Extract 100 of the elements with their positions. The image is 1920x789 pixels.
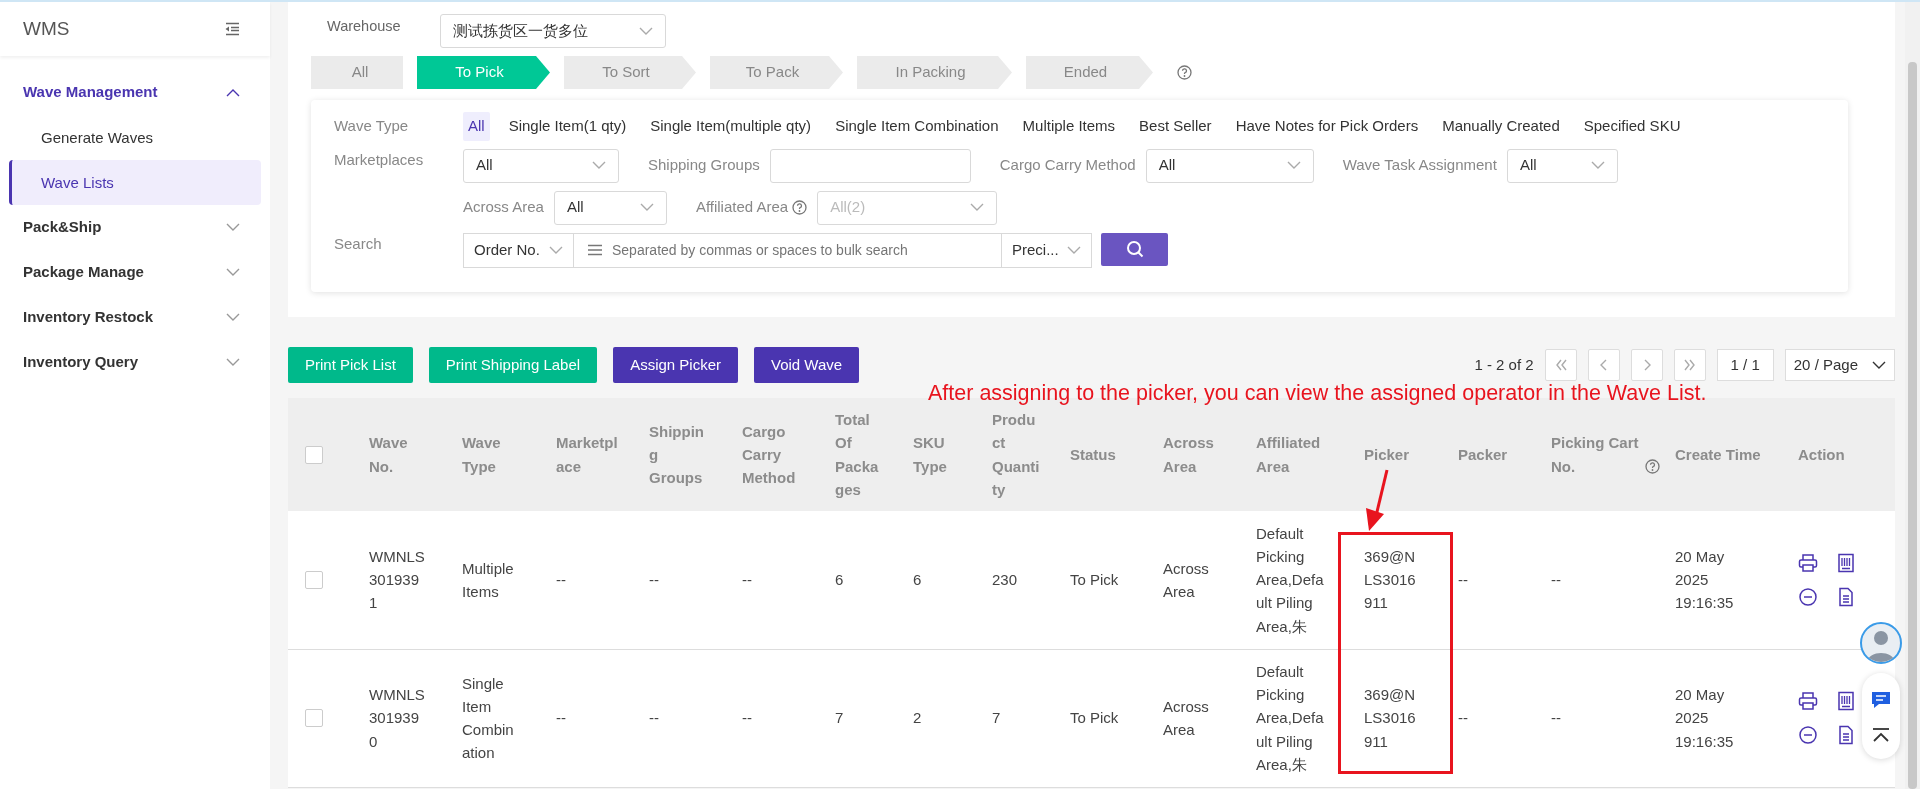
chevron-down-icon [549,245,563,255]
print-icon[interactable] [1798,691,1818,711]
filter-option[interactable]: Multiple Items [1017,112,1121,141]
list-icon [588,244,602,256]
table-cell: -- [1458,709,1468,727]
column-header: SKU Type [913,434,947,475]
chevron-down-icon [1286,161,1301,170]
print-icon[interactable] [1798,552,1818,573]
menu-item[interactable]: Pack&Ship [0,205,270,250]
table-cell: To Pick [1070,709,1119,727]
filter-option[interactable]: Have Notes for Pick Orders [1230,112,1424,141]
field-label: Search [334,233,383,254]
scrollbar[interactable] [1908,62,1917,789]
field-label: Cargo Carry Method [999,155,1136,176]
table-cell: Single Item Combination [462,674,514,762]
table-cell: 369@NLS3016911 [1364,686,1416,750]
page-size-select[interactable]: 20 / Page [1784,349,1895,381]
filter-option[interactable]: Specified SKU [1578,112,1686,141]
toolbar-button[interactable]: Assign Picker [613,347,738,383]
search-button[interactable] [1101,232,1168,266]
field-label: Across Area [463,197,544,218]
table-cell: -- [649,571,659,589]
row-checkbox[interactable] [305,570,323,589]
column-header: Wave Type [462,434,501,475]
table-cell: Across Area [1163,697,1209,738]
table-cell: -- [556,709,566,727]
document-lines-icon[interactable] [1836,691,1856,711]
chevron-down-icon [1067,245,1081,255]
filter-option[interactable]: Best Seller [1134,112,1217,141]
column-header: Cargo Carry Method [742,422,796,487]
chevron-down-icon [639,26,653,36]
collapse-menu-icon[interactable] [224,22,240,36]
table-cell: To Pick [1070,571,1119,589]
toolbar-button[interactable]: Void Wave [754,347,860,383]
chevron-down-icon [226,268,240,277]
table-cell: Default Picking Area,Default Piling Area,朱 [1256,662,1324,773]
table-cell: WMNLS3019391 [369,547,425,612]
document-icon[interactable] [1836,725,1856,745]
select-field[interactable]: 测试拣货区一货多位 [440,14,666,48]
table-cell: 20 May 2025 19:16:35 [1675,686,1734,750]
chevron-down-icon [1872,360,1886,370]
column-header: Shipping Groups [649,422,704,487]
column-header: Product Quantity [992,411,1040,498]
menu-item[interactable]: Package Manage [0,250,270,295]
chevron-down-icon [970,203,985,212]
select-field[interactable]: All [1506,148,1618,183]
column-header: Status [1070,445,1116,463]
menu-item[interactable]: Inventory Restock [0,295,270,340]
column-header: Picker [1364,445,1410,463]
minus-circle-icon[interactable] [1798,586,1818,607]
select-field[interactable]: Order No. [463,232,574,268]
table-cell: WMNLS3019390 [369,686,425,750]
help-icon[interactable] [1177,65,1192,80]
chevron-down-icon [639,203,654,212]
submenu-item[interactable]: Wave Lists [9,160,261,205]
column-header: Action [1798,445,1845,463]
select-field[interactable]: All [1145,148,1314,183]
filter-option[interactable]: Manually Created [1437,112,1565,141]
document-icon[interactable] [1836,586,1856,607]
select-field[interactable]: All [463,148,619,183]
table-cell: 7 [835,709,844,727]
table-cell: Default Picking Area,Default Piling Area,朱 [1256,524,1324,635]
filter-option[interactable]: Single Item(1 qty) [503,112,632,141]
row-checkbox[interactable] [305,709,323,727]
select-all-checkbox[interactable] [305,445,323,464]
table-cell: -- [742,571,752,589]
column-header: Affiliated Area [1256,434,1321,475]
search-icon [1125,240,1144,258]
column-header: Total Of Packages [835,411,879,498]
select-field[interactable]: All [553,190,667,225]
page-summary: 1 - 2 of 2 [1474,354,1534,375]
chat-icon[interactable] [1870,689,1892,710]
column-header: Across Area [1163,434,1214,475]
search-box[interactable]: Separated by commas or spaces to bulk search [574,232,1002,268]
chevron-down-icon [1590,161,1605,170]
filter-option[interactable]: Single Item Combination [830,112,1004,141]
document-lines-icon[interactable] [1836,552,1856,573]
menu-item[interactable]: Wave Management [0,70,270,115]
table-cell: -- [742,709,752,727]
select-field[interactable]: Preci... [1002,232,1092,268]
chevron-down-icon [226,313,240,322]
table-cell: -- [1551,571,1561,589]
annotation-arrow [1366,469,1389,531]
input-field[interactable] [769,148,971,183]
back-to-top-icon[interactable] [1871,726,1891,743]
submenu-item[interactable]: Generate Waves [9,115,261,160]
table-cell: Across Area [1163,559,1209,600]
filter-option[interactable]: All [463,112,490,141]
table-cell: 369@NLS3016911 [1364,547,1416,612]
field-label: Warehouse [327,17,402,37]
menu-item[interactable]: Inventory Query [0,340,270,385]
chevron-up-icon [226,88,240,97]
filter-option[interactable]: Single Item(multiple qty) [645,112,817,141]
table-cell: -- [649,709,659,727]
minus-circle-icon[interactable] [1798,725,1818,745]
chevron-down-icon [226,223,240,232]
table-cell: -- [1551,709,1561,727]
table-cell: 230 [992,571,1018,589]
help-icon[interactable] [1645,458,1660,474]
table-cell: 6 [835,571,844,589]
